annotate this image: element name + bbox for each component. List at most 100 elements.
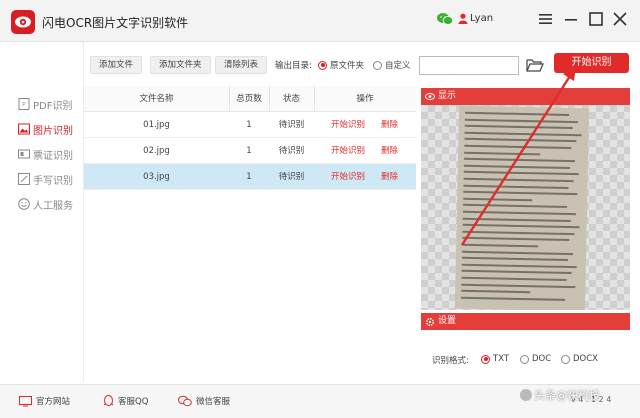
sidebar-item-image[interactable]: 图片识别 [18, 121, 73, 137]
document-text-line [462, 250, 574, 255]
sidebar-item-ticket[interactable]: 票证识别 [18, 146, 73, 162]
watermark-bubble-icon [520, 389, 532, 401]
table-row[interactable]: 02.jpg 1 待识别 开始识别 删除 [84, 138, 416, 164]
document-text-line [463, 197, 533, 202]
row-delete-link[interactable]: 删除 [381, 138, 398, 164]
pdf-icon: P [18, 98, 30, 110]
document-text-line [464, 124, 573, 130]
sidebar-item-human-service[interactable]: 人工服务 [18, 196, 73, 212]
image-icon [18, 123, 30, 135]
gear-icon [426, 318, 434, 326]
radio-unselected-icon [373, 60, 382, 70]
radio-unselected-icon [520, 354, 529, 364]
output-dir-label: 输出目录: [275, 61, 312, 71]
eye-logo-icon [15, 16, 31, 28]
wechat-icon[interactable] [437, 12, 453, 26]
smiley-icon [18, 198, 30, 210]
radio-label: 自定义 [385, 61, 411, 71]
add-file-button[interactable]: 添加文件 [90, 56, 143, 74]
format-radio-docx[interactable]: DOCX [561, 354, 598, 364]
wechat-label: 微信客服 [196, 397, 231, 407]
eye-icon [425, 93, 435, 100]
settings-panel: 设置 识别格式: TXT DOC DOCX [421, 313, 630, 382]
app-title: 闪电OCR图片文字识别软件 [42, 16, 189, 30]
minimize-icon[interactable] [562, 11, 580, 27]
document-text-line [461, 276, 567, 281]
table-row[interactable]: 01.jpg 1 待识别 开始识别 删除 [84, 112, 416, 138]
document-text-line [463, 190, 578, 196]
customer-qq-link[interactable]: 客服QQ [103, 395, 148, 407]
output-radio-custom[interactable]: 自定义 [373, 59, 411, 71]
clear-list-button[interactable]: 清除列表 [215, 56, 268, 74]
document-text-line [461, 270, 572, 275]
document-text-line [464, 131, 582, 137]
sidebar-item-handwriting[interactable]: 手写识别 [18, 171, 73, 187]
header-pages: 总页数 [236, 94, 262, 104]
table-row-selected[interactable]: 03.jpg 1 待识别 开始识别 删除 [84, 164, 416, 190]
format-option: DOC [532, 354, 552, 364]
document-text-line [462, 217, 571, 222]
column-divider [314, 86, 315, 112]
handwriting-icon [18, 173, 30, 185]
monitor-icon [19, 395, 32, 406]
file-name: 01.jpg [143, 120, 170, 130]
column-divider [229, 86, 230, 112]
sidebar-item-label: 手写识别 [33, 175, 73, 187]
document-text-line [463, 164, 570, 169]
qq-icon [103, 395, 114, 406]
document-text-line [462, 237, 570, 242]
sidebar-item-label: 图片识别 [33, 125, 73, 137]
row-start-link[interactable]: 开始识别 [331, 138, 365, 164]
format-option: TXT [493, 354, 510, 364]
official-website-link[interactable]: 官方网站 [19, 395, 70, 407]
document-text-line [463, 204, 568, 209]
header-file-name: 文件名称 [139, 94, 174, 104]
format-label: 识别格式: [432, 356, 469, 366]
settings-header: 设置 [421, 313, 630, 330]
document-text-line [461, 296, 566, 301]
document-text-line [463, 184, 569, 189]
toolbar: 添加文件 添加文件夹 清除列表 输出目录: 原文件夹 自定义 开始识别 [84, 42, 640, 86]
output-radio-original[interactable]: 原文件夹 [318, 59, 364, 71]
document-text-line [462, 210, 576, 216]
close-icon[interactable] [611, 11, 629, 27]
start-recognition-button[interactable]: 开始识别 [554, 53, 629, 73]
qq-label: 客服QQ [118, 397, 149, 407]
menu-icon[interactable] [537, 11, 555, 27]
row-start-link[interactable]: 开始识别 [331, 164, 365, 190]
add-folder-button[interactable]: 添加文件夹 [150, 56, 211, 74]
sidebar-item-pdf[interactable]: P PDF识别 [18, 96, 72, 112]
row-delete-link[interactable]: 删除 [381, 164, 398, 190]
user-name[interactable]: Lyan [470, 13, 493, 24]
document-text-line [461, 256, 568, 262]
sidebar-item-label: 票证识别 [33, 150, 73, 162]
wechat-service-link[interactable]: 微信客服 [178, 395, 230, 407]
file-status: 待识别 [278, 146, 305, 156]
document-text-line [463, 171, 579, 176]
maximize-icon[interactable] [587, 11, 605, 27]
document-text-line [461, 263, 577, 268]
document-text-line [462, 223, 580, 229]
radio-unselected-icon [561, 354, 570, 364]
radio-label: 原文件夹 [330, 61, 365, 71]
document-text-line [461, 283, 576, 288]
row-start-link[interactable]: 开始识别 [331, 112, 365, 138]
format-radio-txt[interactable]: TXT [481, 354, 509, 364]
preview-header: 显示 [421, 88, 630, 105]
format-option: DOCX [573, 354, 598, 364]
svg-text:P: P [22, 102, 26, 108]
website-label: 官方网站 [36, 397, 71, 407]
folder-open-icon[interactable] [526, 58, 544, 72]
document-text-line [464, 118, 578, 123]
sidebar: P PDF识别 图片识别 票证识别 手写识别 人工服务 [0, 42, 84, 382]
sidebar-item-label: PDF识别 [33, 100, 73, 112]
document-text-line [464, 144, 572, 150]
title-bar: 闪电OCR图片文字识别软件 Lyan [0, 0, 640, 42]
document-text-line [463, 177, 574, 183]
file-name: 03.jpg [143, 172, 170, 182]
format-radio-doc[interactable]: DOC [520, 354, 551, 364]
settings-title: 设置 [438, 316, 457, 326]
row-delete-link[interactable]: 删除 [381, 112, 398, 138]
page-count: 1 [246, 172, 252, 182]
output-path-input[interactable] [419, 56, 519, 75]
